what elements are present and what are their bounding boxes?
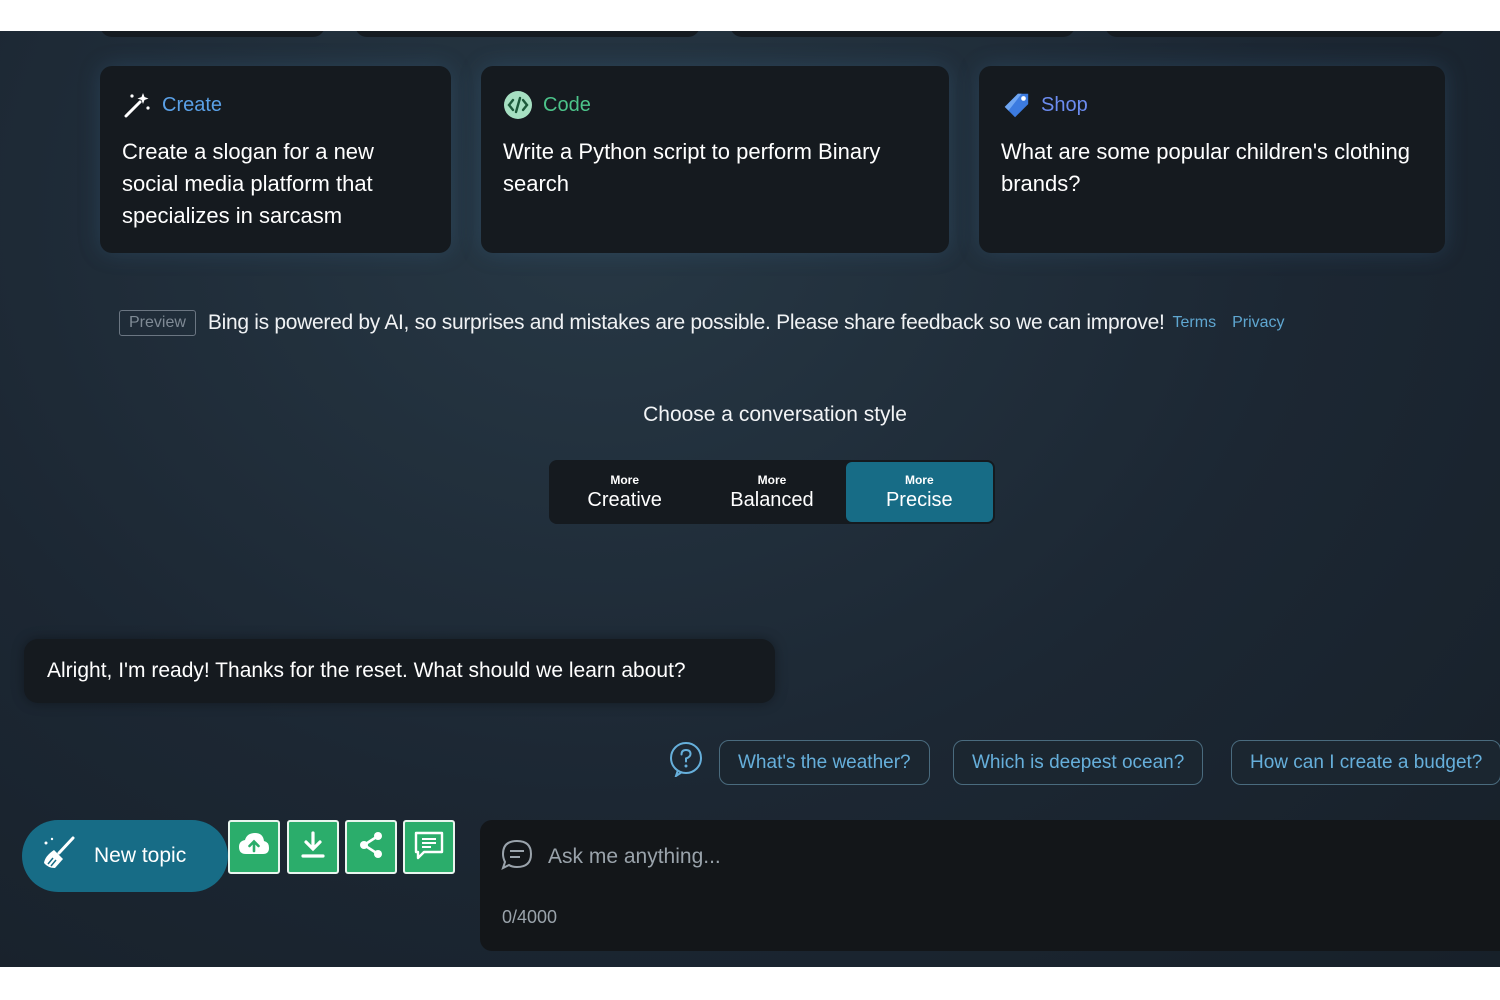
style-name: Precise [885, 488, 953, 511]
preview-badge: Preview [119, 310, 196, 336]
style-creative-button[interactable]: More Creative [551, 462, 698, 522]
suggestion-chip[interactable]: What's the weather? [719, 740, 930, 785]
privacy-link[interactable]: Privacy [1232, 314, 1284, 332]
share-icon [356, 830, 386, 865]
new-topic-label: New topic [94, 844, 187, 867]
style-name: Balanced [730, 488, 814, 511]
new-topic-button[interactable]: New topic [22, 820, 228, 892]
suggestion-chip[interactable]: How can I create a budget? [1231, 740, 1500, 785]
style-prefix: More [904, 472, 934, 487]
card-prompt-text: Write a Python script to perform Binary … [503, 139, 881, 196]
chat-input-box: 0/4000 [480, 820, 1500, 951]
cloud-upload-button[interactable] [228, 820, 280, 874]
cloud-upload-icon [237, 830, 271, 865]
share-button[interactable] [345, 820, 397, 874]
prompt-card-create[interactable]: Create Create a slogan for a new social … [100, 66, 451, 253]
card-category: Create [162, 93, 223, 116]
disclaimer: Preview Bing is powered by AI, so surpri… [119, 307, 1285, 339]
feedback-button[interactable] [403, 820, 455, 874]
chat-bubble-icon [500, 838, 534, 872]
feedback-icon [413, 830, 445, 865]
cut-off-card [100, 31, 325, 37]
style-prefix: More [610, 472, 639, 487]
prompt-card-shop[interactable]: Shop What are some popular children's cl… [979, 66, 1445, 253]
suggestion-chip[interactable]: Which is deepest ocean? [953, 740, 1204, 785]
char-counter: 0/4000 [502, 907, 558, 927]
broom-icon [40, 834, 78, 878]
chat-input[interactable] [548, 842, 1448, 872]
help-icon[interactable] [668, 741, 704, 779]
prompt-card-code[interactable]: Code Write a Python script to perform Bi… [481, 66, 949, 253]
shopping-tag-icon [1001, 90, 1031, 120]
conversation-style-title: Choose a conversation style [643, 403, 907, 426]
card-prompt-text: What are some popular children's clothin… [1001, 139, 1410, 196]
style-precise-button[interactable]: More Precise [845, 462, 993, 522]
card-prompt-text: Create a slogan for a new social media p… [122, 139, 374, 228]
code-icon [503, 90, 533, 120]
download-icon [299, 830, 327, 865]
style-balanced-button[interactable]: More Balanced [698, 462, 845, 522]
bot-message: Alright, I'm ready! Thanks for the reset… [24, 639, 775, 703]
style-name: Creative [587, 488, 662, 511]
style-prefix: More [757, 472, 787, 487]
card-category: Code [543, 93, 591, 116]
disclaimer-text: Bing is powered by AI, so surprises and … [207, 311, 1165, 334]
magic-wand-icon [122, 90, 152, 120]
download-button[interactable] [287, 820, 339, 874]
cut-off-card [730, 31, 1075, 37]
card-category: Shop [1041, 93, 1088, 116]
cut-off-card [1105, 31, 1445, 37]
conversation-style-selector: More Creative More Balanced More Precise [549, 460, 995, 524]
terms-link[interactable]: Terms [1173, 314, 1217, 332]
chat-area: Create Create a slogan for a new social … [0, 31, 1500, 967]
cut-off-card [355, 31, 700, 37]
